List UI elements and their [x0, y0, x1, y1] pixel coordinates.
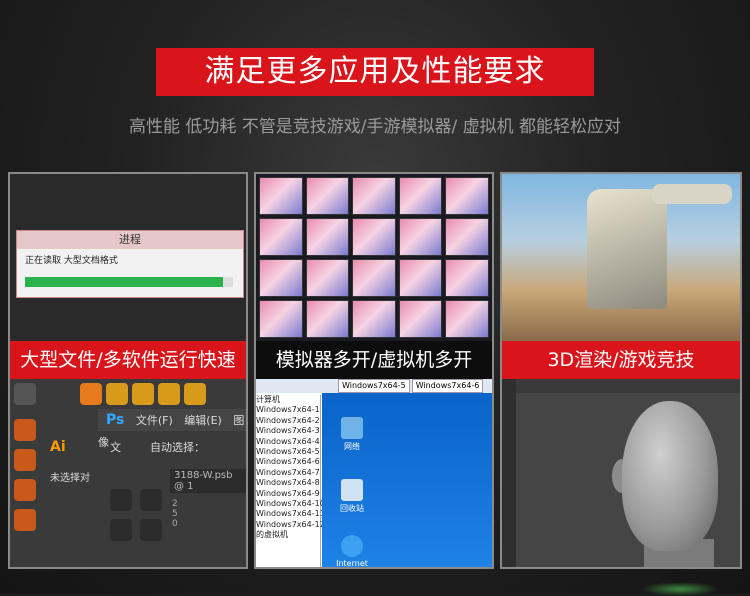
ribbon-3d-gaming: 3D渲染/游戏竞技 [502, 341, 740, 379]
vm-list-item[interactable]: Windows7x64-12 [256, 520, 325, 530]
ribbon-multi-instance: 模拟器多开/虚拟机多开 [256, 341, 492, 379]
viewport-menubar [516, 379, 740, 393]
emulator-window[interactable] [398, 259, 443, 297]
panel-3d-gaming: 3D渲染/游戏竞技 [500, 172, 742, 569]
photoshop-logo: Ps [106, 412, 125, 428]
menu-edit[interactable]: 编辑(E) [184, 414, 222, 427]
3d-render-screenshot [502, 379, 740, 567]
recycle-bin-icon [341, 479, 363, 501]
auto-select-checkbox[interactable]: 自动选择： [150, 439, 205, 455]
emulator-window[interactable] [445, 177, 489, 215]
emulator-window[interactable] [352, 177, 396, 215]
network-icon [341, 417, 363, 439]
dialog-message: 正在读取 大型文档格式 [25, 256, 118, 266]
panel-multi-instance: 模拟器多开/虚拟机多开 Windows7x64-5 Windows7x64-6 … [254, 172, 494, 569]
loading-screen: 进程 正在读取 大型文档格式 [10, 174, 246, 341]
vm-list-footer: 的虚拟机 [256, 530, 288, 540]
emulator-window[interactable] [305, 218, 350, 256]
sidebar-tool-icon[interactable] [14, 479, 36, 501]
design-apps-screenshot: Ps 文件(F) 编辑(E) 图像 Ai 文 自动选择： 未选择对 3188-W… [10, 379, 246, 567]
selection-status: 未选择对 [50, 473, 90, 484]
progress-bar [25, 277, 233, 287]
vm-list-item[interactable]: Windows7x64-1 [256, 405, 320, 415]
rotate-tool-icon[interactable] [158, 383, 180, 405]
menu-file[interactable]: 文件(F) [136, 414, 173, 427]
headline-banner: 满足更多应用及性能要求 [156, 48, 594, 96]
headline-text: 满足更多应用及性能要求 [204, 54, 546, 89]
vm-list-item[interactable]: Windows7x64-2 [256, 416, 320, 426]
vm-manager: Windows7x64-5 Windows7x64-6 计算机 Windows7… [256, 379, 492, 567]
emulator-window[interactable] [445, 218, 489, 256]
illustrator-menu-file[interactable]: 文 [110, 439, 121, 455]
illustrator-logo: Ai [50, 439, 66, 455]
emulator-window[interactable] [398, 218, 443, 256]
vm-desktop: 网络 回收站 Internet Explorer [322, 393, 492, 567]
emulator-window[interactable] [352, 300, 396, 338]
lasso-tool-icon[interactable] [110, 519, 132, 541]
emulator-window[interactable] [259, 259, 303, 297]
brush-tool-icon[interactable] [80, 383, 102, 405]
vm-list: 计算机 Windows7x64-1 Windows7x64-2 Windows7… [256, 395, 325, 567]
dialog-title: 进程 [17, 231, 243, 249]
vm-list-item[interactable]: Windows7x64-3 [256, 426, 320, 436]
emulator-window[interactable] [259, 218, 303, 256]
vm-list-item[interactable]: Windows7x64-9 [256, 489, 320, 499]
selection-tool-icon[interactable] [110, 489, 132, 511]
vm-list-item[interactable]: Windows7x64-4 [256, 437, 320, 447]
vm-list-item[interactable]: Windows7x64-11 [256, 509, 325, 519]
internet-explorer-icon [341, 535, 363, 557]
3d-head-model [622, 401, 718, 551]
corner-glow [640, 582, 720, 596]
emulator-window[interactable] [305, 259, 350, 297]
emulator-window[interactable] [398, 300, 443, 338]
vm-list-item[interactable]: Windows7x64-7 [256, 468, 320, 478]
emulator-window[interactable] [352, 259, 396, 297]
game-screenshot [502, 174, 740, 341]
sidebar-tool-icon[interactable] [14, 449, 36, 471]
move-arrows-icon[interactable] [106, 383, 128, 405]
desktop-icon-ie[interactable]: Internet Explorer [322, 535, 382, 567]
tab-vm-6[interactable]: Windows7x64-6 [411, 379, 484, 393]
emulator-window[interactable] [305, 177, 350, 215]
emulator-window[interactable] [259, 177, 303, 215]
tab-vm-5[interactable]: Windows7x64-5 [338, 379, 410, 393]
transform-tool-icon[interactable] [184, 383, 206, 405]
desktop-icon-network[interactable]: 网络 [322, 417, 382, 452]
ruler: 2 5 0 [172, 499, 178, 529]
wand-tool-icon[interactable] [140, 519, 162, 541]
document-tab[interactable]: 3188-W.psb @ 1 [170, 469, 246, 493]
progress-bar-fill [25, 277, 223, 287]
sidebar-tool-icon[interactable] [14, 419, 36, 441]
game-weapon [652, 184, 732, 204]
progress-dialog: 进程 正在读取 大型文档格式 [16, 230, 244, 298]
vm-tabs: Windows7x64-5 Windows7x64-6 [256, 379, 492, 393]
emulator-window[interactable] [445, 300, 489, 338]
tool-shelf [502, 379, 516, 567]
crop-tool-icon[interactable] [132, 383, 154, 405]
ribbon-large-files: 大型文件/多软件运行快速 [10, 341, 246, 379]
emulator-window[interactable] [398, 177, 443, 215]
vm-list-item[interactable]: Windows7x64-8 [256, 478, 320, 488]
vm-list-item[interactable]: Windows7x64-6 [256, 457, 320, 467]
vm-list-header: 计算机 [256, 395, 280, 404]
emulator-window[interactable] [445, 259, 489, 297]
panel-large-files: 进程 正在读取 大型文档格式 大型文件/多软件运行快速 Ps 文件(F) 编辑(… [8, 172, 248, 569]
vm-list-item[interactable]: Windows7x64-10 [256, 499, 325, 509]
vm-list-item[interactable]: Windows7x64-5 [256, 447, 320, 457]
emulator-window[interactable] [259, 300, 303, 338]
game-character [587, 189, 667, 309]
subtitle: 高性能 低功耗 不管是竞技游戏/手游模拟器/ 虚拟机 都能轻松应对 [128, 117, 622, 137]
move-tool-icon[interactable] [14, 383, 36, 405]
emulator-window[interactable] [305, 300, 350, 338]
sidebar-tool-icon[interactable] [14, 509, 36, 531]
emulator-window[interactable] [352, 218, 396, 256]
pen-tool-icon[interactable] [140, 489, 162, 511]
emulator-grid [256, 174, 492, 341]
desktop-icon-recycle-bin[interactable]: 回收站 [322, 479, 382, 514]
photoshop-menubar: Ps 文件(F) 编辑(E) 图像 [98, 409, 246, 449]
